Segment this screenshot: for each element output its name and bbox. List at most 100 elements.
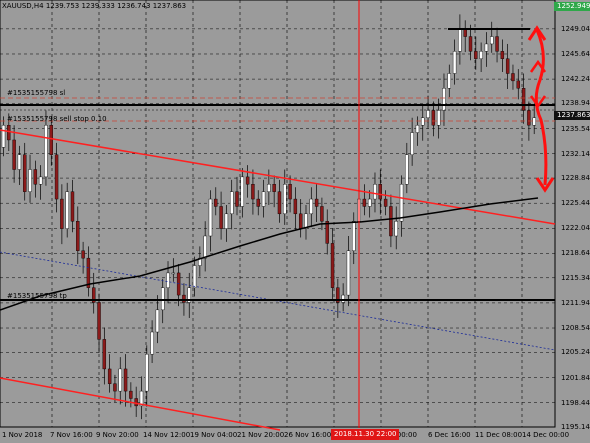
candle-body xyxy=(431,110,436,126)
price-tick-label: 1242.240 xyxy=(561,75,590,84)
price-tick-label: 1238.940 xyxy=(561,99,590,108)
candle-body xyxy=(235,191,239,207)
lower-trendline xyxy=(0,377,281,431)
candle-body xyxy=(298,213,303,229)
candle-body xyxy=(81,250,85,259)
candle-body xyxy=(123,368,128,392)
candle-body xyxy=(495,36,499,52)
upper-trendline xyxy=(0,129,556,225)
candle-body xyxy=(426,110,430,119)
sell-stop-label: #1535155798 sell stop 0.10 xyxy=(7,115,107,123)
candle-body xyxy=(490,36,494,45)
price-tick-label: 1232.140 xyxy=(561,149,590,158)
candle-body xyxy=(251,184,255,200)
current-price-box: 1237.863 xyxy=(554,111,590,120)
time-tick-label: 14 Dec 00:00 xyxy=(522,431,570,439)
candle-body xyxy=(23,154,27,192)
price-tick-label: 1249.040 xyxy=(561,24,590,33)
candle-body xyxy=(474,51,478,59)
top-price-box: 1252.949 xyxy=(554,2,590,11)
candle-body xyxy=(240,176,245,207)
candle-body xyxy=(399,184,404,222)
candle-body xyxy=(505,58,510,74)
candle-body xyxy=(367,198,372,207)
price-tick-label: 1211.940 xyxy=(561,298,590,307)
highlighted-time-label: 2018.11.30 22:00 xyxy=(331,429,400,440)
candle-body xyxy=(516,80,520,89)
price-tick-label: 1225.440 xyxy=(561,199,590,208)
candle-body xyxy=(346,250,351,296)
candle-body xyxy=(468,36,473,52)
candle-body xyxy=(293,198,298,215)
candle-body xyxy=(383,198,388,207)
chart-canvas[interactable] xyxy=(0,0,590,443)
candle-body xyxy=(76,221,80,251)
candle-body xyxy=(102,339,107,370)
candle-body xyxy=(405,154,409,185)
candle-body xyxy=(134,398,138,407)
candle-body xyxy=(304,213,308,229)
candle-body xyxy=(500,51,505,59)
candle-body xyxy=(44,124,48,178)
candle-body xyxy=(171,272,176,275)
time-tick-label: 26 Nov 16:00 xyxy=(284,431,332,439)
candle-body xyxy=(352,221,356,251)
candle-body xyxy=(182,294,186,303)
moving-average-line xyxy=(0,197,539,311)
candle-body xyxy=(17,154,22,170)
candle-body xyxy=(283,184,287,215)
candle-body xyxy=(107,368,112,384)
candle-body xyxy=(176,272,181,296)
candle-body xyxy=(245,176,250,185)
candle-body xyxy=(394,221,398,237)
candle-body xyxy=(219,206,223,229)
price-tick-label: 1198.440 xyxy=(561,398,590,407)
candle-body xyxy=(203,235,207,259)
candle-body xyxy=(97,302,101,340)
candle-body xyxy=(484,43,489,52)
candle-body xyxy=(442,88,446,111)
candle-body xyxy=(325,221,329,244)
candle-body xyxy=(314,198,319,207)
candle-body xyxy=(113,383,117,392)
candle-body xyxy=(229,191,234,215)
time-tick-label: 1 Nov 2018 xyxy=(2,431,43,439)
candle-body xyxy=(54,154,59,200)
candle-body xyxy=(118,368,122,392)
candle-body xyxy=(288,184,292,200)
price-tick-label: 1195.140 xyxy=(561,423,590,431)
price-tick-label: 1235.540 xyxy=(561,124,590,133)
candle-body xyxy=(277,191,282,215)
candle-body xyxy=(33,169,38,185)
time-tick-label: 7 Nov 16:00 xyxy=(50,431,93,439)
chart-title: XAUUSD,H4 1239.753 1239.333 1236.743 123… xyxy=(2,2,187,10)
candle-body xyxy=(155,309,160,333)
price-tick-label: 1245.640 xyxy=(561,49,590,58)
time-tick-label: 21 Nov 20:00 xyxy=(237,431,285,439)
candle-body xyxy=(373,184,377,200)
candle-body xyxy=(1,124,6,148)
time-tick-label: 6 Dec 16:00 xyxy=(428,431,471,439)
candle-body xyxy=(421,117,425,126)
price-tick-label: 1208.540 xyxy=(561,324,590,333)
plot-border xyxy=(0,0,556,428)
candle-body xyxy=(527,110,531,126)
candle-body xyxy=(309,198,314,215)
candle-body xyxy=(436,110,441,126)
chart-window[interactable]: XAUUSD,H4 1239.753 1239.333 1236.743 123… xyxy=(0,0,590,443)
candle-body xyxy=(341,294,345,303)
candle-body xyxy=(447,73,451,89)
candle-body xyxy=(214,198,218,207)
candle-body xyxy=(166,272,170,288)
candle-body xyxy=(208,198,213,237)
candle-body xyxy=(49,124,53,155)
candle-body xyxy=(150,331,154,355)
time-tick-label: 19 Nov 04:00 xyxy=(190,431,238,439)
candle-body xyxy=(479,51,483,59)
candle-body xyxy=(410,132,414,155)
candle-body xyxy=(65,191,69,229)
arrow-head-up xyxy=(527,25,547,41)
candle-body xyxy=(362,198,367,207)
time-tick-label: 14 Nov 12:00 xyxy=(143,431,191,439)
candle-body xyxy=(70,191,75,222)
